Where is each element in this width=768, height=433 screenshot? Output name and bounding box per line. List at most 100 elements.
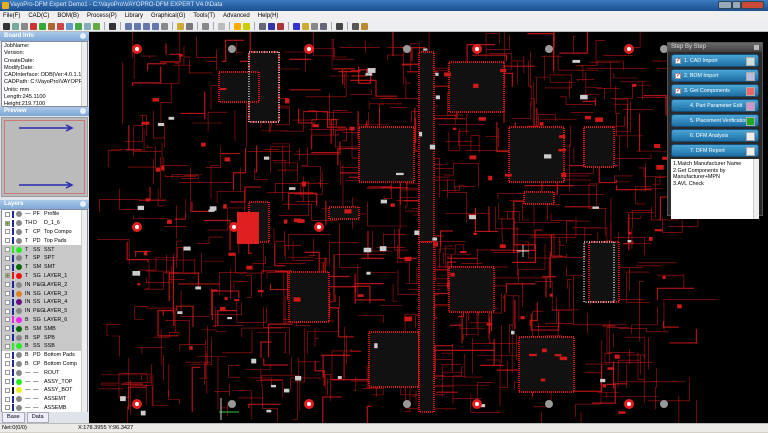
layer-row[interactable]: TSGLAYER_1 — [2, 272, 87, 281]
layer-color-dot[interactable] — [16, 229, 22, 235]
step-button[interactable]: ✓3. Get Components — [671, 84, 759, 97]
toolbar-button[interactable] — [277, 23, 284, 30]
toolbar-button[interactable] — [30, 23, 37, 30]
minimize-button[interactable] — [718, 1, 732, 9]
layer-color-dot[interactable] — [16, 317, 22, 323]
toolbar-button[interactable] — [177, 23, 184, 30]
toolbar-button[interactable] — [161, 23, 168, 30]
layer-checkbox[interactable] — [5, 379, 10, 384]
toolbar-button[interactable] — [109, 23, 116, 30]
layer-color-dot[interactable] — [16, 335, 22, 341]
toolbar-button[interactable] — [3, 23, 10, 30]
layer-row[interactable]: BPDBottom Pads — [2, 351, 87, 360]
preview-pane[interactable] — [1, 117, 88, 197]
layer-checkbox[interactable] — [5, 326, 10, 331]
toolbar-button[interactable] — [152, 23, 159, 30]
layer-color-dot[interactable] — [16, 370, 22, 376]
layer-checkbox[interactable] — [5, 229, 10, 234]
toolbar-button[interactable] — [125, 23, 132, 30]
toolbar-button[interactable] — [311, 23, 318, 30]
toolbar-button[interactable] — [320, 23, 327, 30]
layer-row[interactable]: BSMSMB — [2, 324, 87, 333]
toolbar-button[interactable] — [66, 23, 73, 30]
toolbar-button[interactable] — [259, 23, 266, 30]
layer-checkbox[interactable] — [5, 291, 10, 296]
toolbar-button[interactable] — [361, 23, 368, 30]
layer-row[interactable]: TPDTop Pads — [2, 236, 87, 245]
step-button[interactable]: 5. Placement Verification — [671, 114, 759, 127]
layer-color-dot[interactable] — [16, 326, 22, 332]
layer-checkbox[interactable] — [5, 300, 10, 305]
layer-checkbox[interactable] — [5, 247, 10, 252]
scrollbar[interactable] — [81, 42, 87, 106]
layer-color-dot[interactable] — [16, 379, 22, 385]
layer-checkbox[interactable] — [5, 282, 10, 287]
maximize-button[interactable] — [732, 1, 741, 9]
layer-color-dot[interactable] — [16, 220, 22, 226]
layer-row[interactable]: BSSSSB — [2, 342, 87, 351]
layer-row[interactable]: TCPTop Compo — [2, 228, 87, 237]
toolbar-button[interactable] — [302, 23, 309, 30]
menu-item[interactable]: File(F) — [3, 13, 20, 19]
toolbar-button[interactable] — [84, 23, 91, 30]
layer-row[interactable]: ——ASSY_TOP — [2, 377, 87, 386]
toolbar-button[interactable] — [202, 23, 209, 30]
close-icon[interactable] — [754, 45, 759, 50]
layer-checkbox[interactable] — [5, 361, 10, 366]
menu-item[interactable]: Library — [125, 13, 143, 19]
layer-row[interactable]: INP&GLAYER_2 — [2, 280, 87, 289]
toolbar-button[interactable] — [21, 23, 28, 30]
layer-row[interactable]: ——ROUT — [2, 368, 87, 377]
menu-item[interactable]: Graphical(G) — [151, 13, 185, 19]
layer-checkbox[interactable] — [5, 221, 10, 226]
toolbar-button[interactable] — [93, 23, 100, 30]
layer-color-dot[interactable] — [16, 387, 22, 393]
toolbar-button[interactable] — [12, 23, 19, 30]
menu-item[interactable]: Help(H) — [258, 13, 279, 19]
layer-row[interactable]: TSSSST — [2, 245, 87, 254]
layer-color-dot[interactable] — [16, 343, 22, 349]
step-button[interactable]: ✓2. BOM Import — [671, 69, 759, 82]
layer-row[interactable]: INSGLAYER_3 — [2, 289, 87, 298]
layer-checkbox[interactable] — [5, 309, 10, 314]
layer-color-dot[interactable] — [16, 238, 22, 244]
menu-item[interactable]: Process(P) — [87, 13, 117, 19]
layer-row[interactable]: —PFProfile — [2, 210, 87, 219]
layer-checkbox[interactable] — [5, 335, 10, 340]
toolbar-button[interactable] — [234, 23, 241, 30]
layer-color-dot[interactable] — [16, 361, 22, 367]
toolbar-button[interactable] — [39, 23, 46, 30]
layer-row[interactable]: ——ASSEMT — [2, 395, 87, 404]
step-button[interactable]: 4. Part Parameter Edit — [671, 99, 759, 112]
menu-item[interactable]: Advanced — [223, 13, 250, 19]
layer-color-dot[interactable] — [16, 396, 22, 402]
step-button[interactable]: 7. DFM Report — [671, 144, 759, 157]
layer-checkbox[interactable] — [5, 212, 10, 217]
layer-color-dot[interactable] — [16, 264, 22, 270]
layer-row[interactable]: BCPBottom Comp — [2, 360, 87, 369]
pin-icon[interactable] — [80, 201, 86, 207]
layer-color-dot[interactable] — [16, 211, 22, 217]
layer-color-dot[interactable] — [16, 282, 22, 288]
menu-item[interactable]: Tools(T) — [193, 13, 215, 19]
layer-row[interactable]: INSSLAYER_4 — [2, 298, 87, 307]
layer-row[interactable]: ——ASSY_BOT — [2, 386, 87, 395]
close-button[interactable] — [741, 1, 764, 9]
layer-checkbox[interactable] — [5, 238, 10, 243]
layer-row[interactable]: BSPSPB — [2, 333, 87, 342]
pin-icon[interactable] — [80, 108, 86, 114]
layer-color-dot[interactable] — [16, 405, 22, 411]
layer-checkbox[interactable] — [5, 370, 10, 375]
toolbar-button[interactable] — [218, 23, 225, 30]
layer-row[interactable]: BSGLAYER_6 — [2, 316, 87, 325]
toolbar-button[interactable] — [48, 23, 55, 30]
toolbar-button[interactable] — [57, 23, 64, 30]
menu-item[interactable]: BOM(B) — [57, 13, 79, 19]
toolbar-button[interactable] — [75, 23, 82, 30]
toolbar-button[interactable] — [336, 23, 343, 30]
layer-color-dot[interactable] — [16, 247, 22, 253]
toolbar-button[interactable] — [134, 23, 141, 30]
layer-checkbox[interactable] — [5, 405, 10, 410]
layer-checkbox[interactable] — [5, 353, 10, 358]
layer-checkbox[interactable] — [5, 317, 10, 322]
